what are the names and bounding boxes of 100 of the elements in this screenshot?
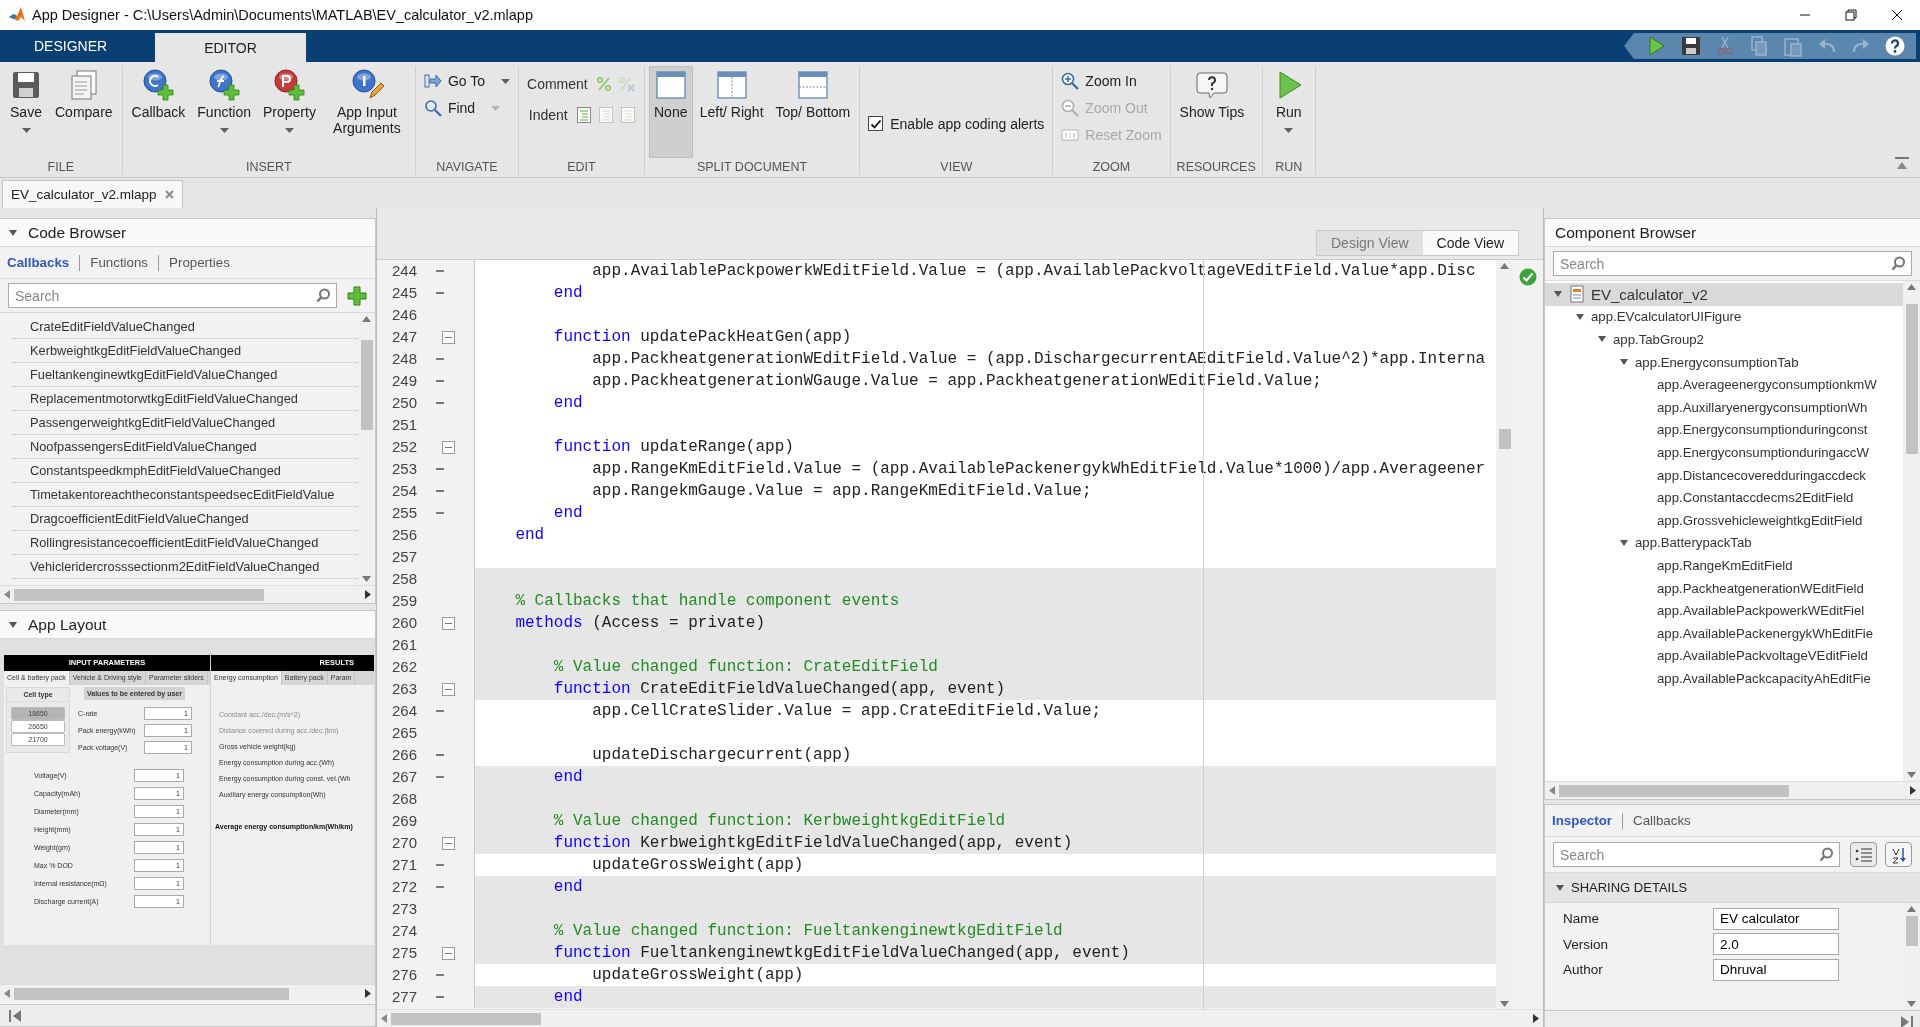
ribbon-button[interactable]: Show Tips [1174,66,1250,158]
breakpoint-dash[interactable] [435,754,444,756]
collapse-panel-icon[interactable] [8,1008,22,1023]
fold-icon[interactable] [442,330,455,344]
ribbon-button[interactable]: Callback [126,66,191,158]
collapse-arrow-icon[interactable] [8,227,18,238]
tree-item[interactable]: app.BatterypackTab [1545,531,1903,555]
breakpoint-dash[interactable] [435,292,444,294]
vertical-scrollbar[interactable] [1496,260,1513,1010]
breakpoint-dash[interactable] [435,468,444,470]
scroll-left-icon[interactable] [1549,786,1555,795]
breakpoint-dash[interactable] [435,380,444,382]
main-tab[interactable]: EDITOR [155,33,306,62]
scroll-left-icon[interactable] [4,989,10,998]
breakpoint-dash[interactable] [435,864,444,866]
view-toggle-button[interactable]: Code View [1422,231,1518,255]
breakpoint-dash[interactable] [435,490,444,492]
scroll-right-icon[interactable] [1533,1014,1539,1023]
grouped-view-button[interactable] [1850,842,1877,867]
scroll-right-icon[interactable] [1910,786,1916,795]
vertical-scrollbar[interactable] [1903,281,1920,781]
scroll-thumb[interactable] [14,588,264,601]
scroll-up-icon[interactable] [1500,263,1509,269]
breakpoint-dash[interactable] [435,974,444,976]
scroll-thumb[interactable] [1905,916,1918,946]
breakpoint-dash[interactable] [435,512,444,514]
tree-item[interactable]: app.AuxillaryenergyconsumptionWh [1545,395,1903,419]
ribbon-button[interactable]: Save [4,66,48,158]
breakpoint-dash[interactable] [435,710,444,712]
property-field[interactable]: EV calculator [1713,907,1839,930]
expand-arrow-icon[interactable] [1619,537,1629,548]
tree-item[interactable]: app.AvailablePackpowerkWEditFiel [1545,599,1903,622]
tree-item[interactable]: app.TabGroup2 [1545,328,1903,351]
ribbon-button[interactable]: App Input Arguments [322,66,411,158]
ribbon-button[interactable]: Function [192,66,256,158]
ribbon-button[interactable]: Run [1266,66,1311,158]
scroll-right-icon[interactable] [365,989,371,998]
ribbon-button[interactable]: Property [258,66,321,158]
expand-arrow-icon[interactable] [1555,882,1565,893]
ribbon-button[interactable]: Compare [50,66,118,158]
tree-item[interactable]: app.Constantaccdecms2EditField [1545,486,1903,509]
scroll-down-icon[interactable] [1500,1001,1509,1007]
tree-item[interactable]: app.Energyconsumptionduringconst [1545,418,1903,442]
tree-item[interactable]: app.EnergyconsumptionTab [1545,350,1903,374]
scroll-thumb[interactable] [1559,784,1789,797]
scroll-down-icon[interactable] [1907,1001,1916,1007]
panel-tab[interactable]: Callbacks [1633,813,1691,828]
fold-icon[interactable] [442,682,455,696]
add-icon[interactable] [347,285,367,306]
panel-tab[interactable]: Callbacks [7,255,70,270]
panel-tab[interactable]: Functions [90,255,149,270]
ribbon-button[interactable]: None [648,66,693,158]
tree-item[interactable]: app.AvailablePackcapacityAhEditFie [1545,667,1903,690]
horizontal-scrollbar[interactable] [377,1009,1543,1027]
help-icon[interactable] [1884,35,1906,57]
ribbon-button[interactable]: Find [423,97,511,119]
sort-button[interactable] [1885,842,1912,867]
expand-arrow-icon[interactable] [1575,311,1585,322]
expand-panel-icon[interactable] [1900,1014,1914,1027]
tree-item[interactable]: app.AvailablePackvoltageVEditField [1545,644,1903,668]
tree-item[interactable]: app.AverageenergyconsumptionkmW [1545,373,1903,396]
search-field[interactable]: Search [1553,842,1840,867]
panel-tab[interactable]: Properties [169,255,230,270]
scroll-thumb[interactable] [1498,429,1511,449]
scroll-thumb[interactable] [360,340,373,430]
section-header[interactable]: SHARING DETAILS [1545,873,1920,903]
tree-item[interactable]: app.EnergyconsumptionduringaccW [1545,441,1903,464]
search-field[interactable]: Search [8,283,337,308]
tree-item[interactable]: app.AvailablePackenergykWhEditFie [1545,621,1903,645]
ribbon-button[interactable]: Go To [423,70,511,92]
tree-item[interactable]: app.PackheatgenerationWEditField [1545,576,1903,600]
property-field[interactable]: Dhruval [1713,958,1839,981]
breakpoint-dash[interactable] [435,996,444,998]
tree-item[interactable]: app.EVcalculatorUIFigure [1545,305,1903,329]
scroll-up-icon[interactable] [1907,906,1916,912]
vertical-scrollbar[interactable] [358,313,375,585]
checkbox[interactable] [868,116,884,131]
document-tab[interactable]: EV_calculator_v2.mlapp [2,180,183,208]
panel-tab[interactable]: Inspector [1552,813,1612,828]
breakpoint-dash[interactable] [435,358,444,360]
tree-item[interactable]: app.RangeKmEditField [1545,554,1903,577]
fold-icon[interactable] [442,946,455,960]
scroll-thumb[interactable] [391,1012,541,1025]
view-toggle-button[interactable]: Design View [1317,231,1423,255]
scroll-right-icon[interactable] [365,590,371,599]
breakpoint-dash[interactable] [435,402,444,404]
scroll-thumb[interactable] [1905,304,1918,454]
close-icon[interactable] [164,190,174,199]
collapse-arrow-icon[interactable] [8,619,18,630]
tree-item[interactable]: app.Distancecoveredduringaccdeck [1545,463,1903,487]
search-field[interactable]: Search [1553,251,1912,276]
scroll-up-icon[interactable] [1907,284,1916,290]
scroll-up-icon[interactable] [362,316,371,322]
scroll-down-icon[interactable] [1907,772,1916,778]
scroll-left-icon[interactable] [4,590,10,599]
horizontal-scrollbar[interactable] [0,585,375,603]
fold-icon[interactable] [442,440,455,454]
fold-icon[interactable] [442,616,455,630]
fold-icon[interactable] [442,836,455,850]
ribbon-button[interactable]: Left/ Right [694,66,769,158]
